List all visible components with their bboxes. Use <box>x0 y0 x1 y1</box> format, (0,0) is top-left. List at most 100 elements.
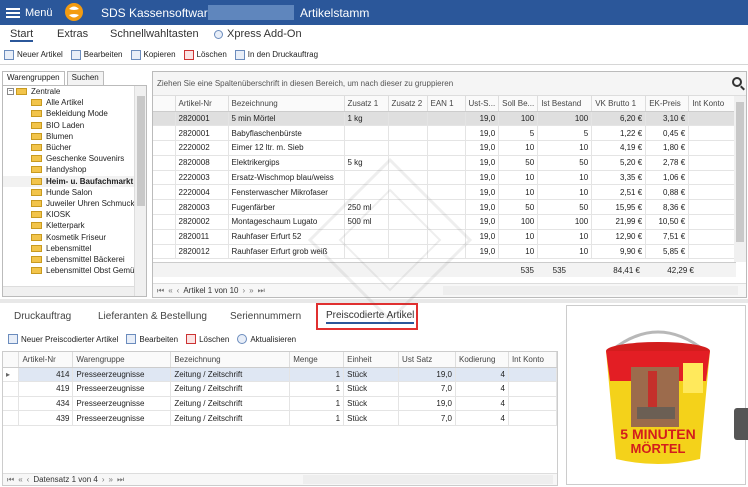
article-grid-horizontal-scrollbar[interactable] <box>443 286 738 295</box>
tree-vertical-scrollbar[interactable] <box>134 86 146 296</box>
tree-item[interactable]: BIO Laden <box>3 120 146 131</box>
column-header[interactable]: Kodierung <box>455 352 509 368</box>
nav-first-icon[interactable]: ⏮ <box>157 286 164 296</box>
tab-start[interactable]: Start <box>10 28 34 42</box>
column-header[interactable]: Warengruppe <box>72 352 172 368</box>
column-header[interactable]: Bezeichnung <box>228 96 345 112</box>
column-header[interactable]: Soll Be... <box>498 96 539 112</box>
tree-item[interactable]: Lebensmittel Bäckerei <box>3 254 146 265</box>
tree-item[interactable]: Blumen <box>3 131 146 142</box>
column-header[interactable]: Zusatz 2 <box>388 96 428 112</box>
tree-item[interactable]: Bücher <box>3 142 146 153</box>
tree-item-label: Bücher <box>46 143 72 153</box>
tree-item[interactable]: Lebensmittel Obst Gemü <box>3 265 146 276</box>
print-job-button[interactable]: In den Druckauftrag <box>234 49 318 60</box>
table-row[interactable]: 2820001 5 min Mörtel 1 kg 19,0 100 100 6,20 €3… <box>153 111 740 127</box>
column-header[interactable]: Int Konto <box>688 96 740 112</box>
side-panel-handle[interactable] <box>734 408 748 440</box>
group-by-area[interactable]: Ziehen Sie eine Spaltenüberschrift in di… <box>153 72 746 96</box>
tree-item[interactable]: Kosmetik Friseur <box>3 231 146 242</box>
tree-item[interactable]: Bekleidung Mode <box>3 108 146 119</box>
tree-horizontal-scrollbar[interactable] <box>3 286 134 296</box>
new-pricecoded-button[interactable]: Neuer Preiscodierter Artikel <box>8 334 118 344</box>
table-cell: Stück <box>343 381 400 397</box>
column-header[interactable]: Ust Satz <box>398 352 456 368</box>
tree-item[interactable]: Lebensmittel <box>3 243 146 254</box>
nav2-prev-icon[interactable]: ‹ <box>27 475 30 484</box>
nav2-first-icon[interactable]: ⏮ <box>7 475 14 485</box>
table-cell: 5 <box>537 125 593 142</box>
nav2-next-icon[interactable]: › <box>102 475 105 484</box>
detail-edit-button[interactable]: Bearbeiten <box>126 334 178 344</box>
tree-item[interactable]: Handyshop <box>3 164 146 175</box>
tree-item[interactable]: KIOSK <box>3 209 146 220</box>
tree-item[interactable]: − Zentrale <box>3 86 146 97</box>
tab-xpress-label: Xpress Add-On <box>227 28 302 40</box>
pricecoded-horizontal-scrollbar[interactable] <box>303 475 553 484</box>
nav-last-icon[interactable]: ⏭ <box>258 286 265 296</box>
column-header[interactable]: EK-Preis <box>645 96 690 112</box>
tree-scroll-thumb[interactable] <box>137 96 145 206</box>
tree-item[interactable]: Hunde Salon <box>3 187 146 198</box>
column-header[interactable]: Einheit <box>343 352 400 368</box>
pricecoded-nav-text: Datensatz 1 von 4 <box>33 475 98 484</box>
nav-next-icon[interactable]: › <box>242 286 245 295</box>
tab-lieferanten[interactable]: Lieferanten & Bestellung <box>98 311 207 322</box>
tree-item[interactable]: Alle Artikel <box>3 97 146 108</box>
column-header[interactable]: VK Brutto 1 <box>591 96 647 112</box>
table-cell: 10 <box>537 170 593 186</box>
table-cell: 19,0 <box>398 396 456 412</box>
nav2-prev-page-icon[interactable]: « <box>18 475 22 484</box>
table-row[interactable]: ▸ 414 Presseerzeugnisse Zeitung / Zeitschri… <box>3 366 558 383</box>
nav2-next-page-icon[interactable]: » <box>108 475 112 484</box>
tab-xpress[interactable]: Xpress Add-On <box>214 28 302 40</box>
tree-item[interactable]: Heim- u. Baufachmarkt <box>3 175 146 187</box>
article-grid-vertical-scrollbar[interactable] <box>734 96 746 262</box>
search-icon[interactable] <box>732 77 742 87</box>
tab-warengruppen[interactable]: Warengruppen <box>2 71 65 85</box>
column-header[interactable]: Ust-S... <box>465 96 500 112</box>
tree-item[interactable]: Kletterpark <box>3 220 146 231</box>
menu-button[interactable]: Menü <box>6 5 53 20</box>
new-article-button[interactable]: Neuer Artikel <box>4 49 63 60</box>
column-header[interactable]: Artikel-Nr <box>175 96 229 112</box>
table-cell <box>688 214 740 230</box>
tab-suchen[interactable]: Suchen <box>66 71 104 85</box>
edit-button[interactable]: Bearbeiten <box>70 49 123 60</box>
table-row[interactable]: 434 Presseerzeugnisse Zeitung / Zeitschrif… <box>3 396 558 412</box>
table-row[interactable]: 419 Presseerzeugnisse Zeitung / Zeitschrif… <box>3 381 558 397</box>
detail-delete-button[interactable]: Löschen <box>186 334 229 344</box>
column-header[interactable]: EAN 1 <box>427 96 466 112</box>
tree-item[interactable]: Juweiler Uhren Schmuck <box>3 198 146 209</box>
table-cell: 2820011 <box>175 229 229 245</box>
table-cell: 5 <box>498 125 539 142</box>
tab-druckauftrag[interactable]: Druckauftrag <box>14 311 71 322</box>
tab-schnellwahltasten[interactable]: Schnellwahltasten <box>110 28 199 40</box>
table-row[interactable]: 2820001 Babyflaschenbürste 19,0 5 5 1,22 €0,4… <box>153 125 740 142</box>
table-cell: 10 <box>537 229 593 245</box>
article-grid-scroll-thumb[interactable] <box>736 102 744 242</box>
table-cell: 4,19 € <box>591 140 647 156</box>
column-header[interactable]: Zusatz 1 <box>344 96 389 112</box>
tab-seriennummern[interactable]: Seriennummern <box>230 311 301 322</box>
column-header[interactable]: Menge <box>289 352 345 368</box>
column-header[interactable]: Int Konto <box>508 352 558 368</box>
refresh-button[interactable]: Aktualisieren <box>237 334 296 344</box>
delete-button[interactable]: Löschen <box>183 49 227 60</box>
nav-next-page-icon[interactable]: » <box>249 286 253 295</box>
nav-prev-icon[interactable]: ‹ <box>177 286 180 295</box>
tree-item[interactable]: Geschenke Souvenirs <box>3 153 146 164</box>
tab-extras[interactable]: Extras <box>57 28 88 40</box>
nav2-last-icon[interactable]: ⏭ <box>117 475 124 485</box>
table-cell: 1,06 € <box>645 170 690 186</box>
table-row[interactable]: 439 Presseerzeugnisse Zeitung / Zeitschrif… <box>3 410 558 426</box>
table-cell: 15,95 € <box>591 199 647 216</box>
folder-icon <box>31 211 42 219</box>
copy-button[interactable]: Kopieren <box>130 49 176 60</box>
collapse-toggle-icon[interactable]: − <box>7 88 14 96</box>
column-header[interactable]: Ist Bestand <box>537 96 593 112</box>
column-header[interactable]: Bezeichnung <box>170 352 291 368</box>
nav-prev-page-icon[interactable]: « <box>168 286 172 295</box>
column-header[interactable]: Artikel-Nr <box>18 352 74 368</box>
table-cell: 7,0 <box>398 381 456 397</box>
